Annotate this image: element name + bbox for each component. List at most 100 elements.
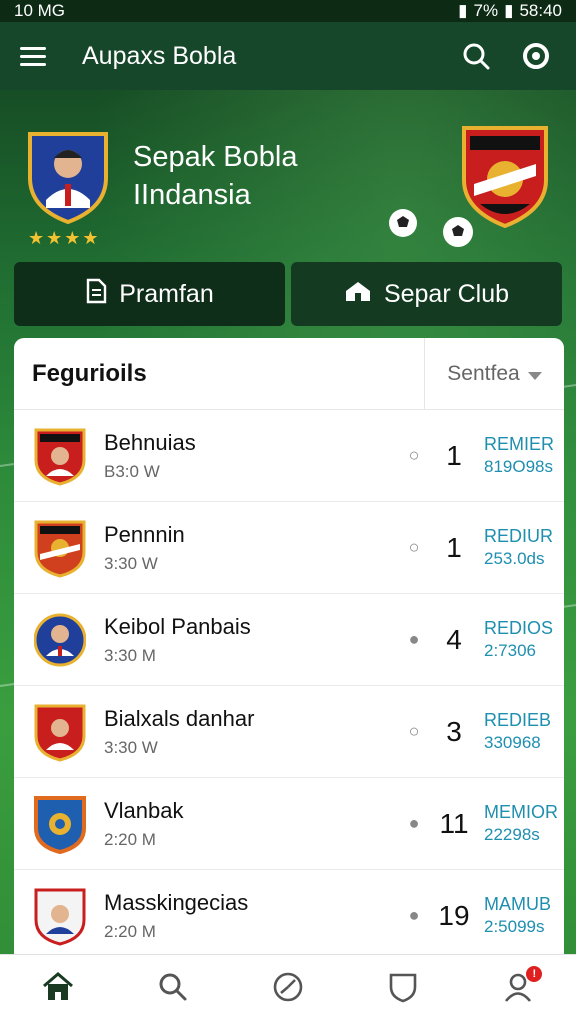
status-dot: ○	[408, 721, 420, 741]
row-info: Behnuias B3:0 W	[104, 430, 404, 482]
notification-badge: !	[526, 965, 543, 982]
match-time: 3:30 M	[104, 645, 156, 665]
list-item[interactable]: Bialxals danhar 3:30 W ○ 3 REDIEB 330968	[14, 686, 564, 778]
league-label: REDIEB	[484, 710, 552, 730]
team-crest-icon	[28, 886, 92, 946]
card-header: Fegurioils Sentfea	[14, 338, 564, 410]
nav-search[interactable]	[143, 960, 203, 1020]
row-meta: MAMUB 2:5099s	[484, 894, 564, 937]
team-crest-icon	[28, 702, 92, 762]
row-number: 4	[446, 623, 462, 655]
row-meta: REDIUR 253.0ds	[484, 526, 564, 569]
match-time: 2:20 M	[104, 921, 156, 941]
battery-icon: ▮	[504, 1, 514, 20]
tab-label: Pramfan	[119, 279, 214, 308]
row-meta: REDIOS 2:7306	[484, 618, 564, 661]
league-value: 2:7306	[484, 641, 536, 660]
hero-title: Sepak Bobla IIndansia	[133, 138, 297, 214]
search-icon	[158, 972, 188, 1007]
battery-text: 7%	[473, 1, 499, 20]
signal-icon: ▮	[458, 1, 468, 20]
league-value: 819O98s	[484, 457, 553, 476]
tab-label: Separ Club	[383, 279, 510, 308]
nav-schedule[interactable]	[258, 960, 318, 1020]
league-label: MAMUB	[484, 894, 551, 914]
row-info: Pennnin 3:30 W	[104, 522, 404, 574]
row-info: Keibol Panbais 3:30 M	[104, 614, 404, 666]
team-crest-left	[26, 128, 110, 229]
clock-icon	[272, 971, 304, 1008]
filter-dropdown[interactable]: Sentfea	[424, 338, 564, 410]
app-bar: Aupaxs Bobla	[0, 22, 576, 90]
clock-text: 58:40	[519, 1, 562, 20]
team-name: Keibol Panbais	[104, 613, 251, 639]
match-time: B3:0 W	[104, 461, 160, 481]
hero-title-line2: IIndansia	[133, 179, 251, 211]
row-number: 19	[438, 899, 470, 931]
status-dot: ●	[408, 629, 420, 649]
hero-banner: ★★★★ Sepak Bobla IIndansia	[0, 90, 576, 260]
league-value: 253.0ds	[484, 549, 545, 568]
team-name: Bialxals danhar	[104, 705, 255, 731]
status-left-text: 10 MG	[14, 1, 66, 20]
status-right: ▮ 7% ▮ 58:40	[458, 1, 562, 21]
team-name: Behnuias	[104, 429, 196, 455]
row-number: 3	[446, 715, 462, 747]
list-item[interactable]: Keibol Panbais 3:30 M ● 4 REDIOS 2:7306	[14, 594, 564, 686]
filter-label: Sentfea	[447, 361, 520, 385]
league-value: 22298s	[484, 825, 540, 844]
club-icon	[344, 279, 372, 310]
status-bar: 10 MG ▮ 7% ▮ 58:40	[0, 0, 576, 22]
settings-icon[interactable]	[516, 36, 556, 76]
team-crest-icon	[28, 426, 92, 486]
soccer-ball-icon	[388, 208, 418, 243]
team-crest-icon	[28, 610, 92, 670]
match-time: 3:30 W	[104, 553, 158, 573]
nav-profile[interactable]: !	[488, 960, 548, 1020]
status-dot: ○	[408, 445, 420, 465]
nav-favorites[interactable]	[373, 960, 433, 1020]
league-value: 330968	[484, 733, 541, 752]
list-item[interactable]: Pennnin 3:30 W ○ 1 REDIUR 253.0ds	[14, 502, 564, 594]
search-icon[interactable]	[456, 36, 496, 76]
team-name: Vlanbak	[104, 797, 184, 823]
list-item[interactable]: Behnuias B3:0 W ○ 1 REMIER 819O98s	[14, 410, 564, 502]
fixtures-card: Fegurioils Sentfea Behnuias B3:0 W ○ 1 R…	[14, 338, 564, 978]
bottom-nav: !	[0, 954, 576, 1024]
nav-home[interactable]	[28, 960, 88, 1020]
document-icon	[85, 278, 107, 311]
match-time: 2:20 M	[104, 829, 156, 849]
row-number: 1	[446, 531, 462, 563]
league-value: 2:5099s	[484, 917, 545, 936]
hero-title-line1: Sepak Bobla	[133, 141, 298, 173]
row-meta: REDIEB 330968	[484, 710, 564, 753]
tab-pramfan[interactable]: Pramfan	[14, 262, 285, 326]
league-label: MEMIOR	[484, 802, 558, 822]
team-crest-right	[460, 124, 550, 233]
match-time: 3:30 W	[104, 737, 158, 757]
row-meta: MEMIOR 22298s	[484, 802, 564, 845]
league-label: REDIUR	[484, 526, 554, 546]
list-item[interactable]: Masskingecias 2:20 M ● 19 MAMUB 2:5099s	[14, 870, 564, 962]
menu-icon[interactable]	[20, 40, 52, 72]
row-number: 11	[439, 807, 469, 839]
row-info: Vlanbak 2:20 M	[104, 798, 404, 850]
league-label: REDIOS	[484, 618, 554, 638]
app-title: Aupaxs Bobla	[82, 41, 237, 70]
home-icon	[42, 972, 74, 1007]
row-info: Masskingecias 2:20 M	[104, 890, 404, 942]
team-name: Masskingecias	[104, 889, 249, 915]
league-label: REMIER	[484, 434, 555, 454]
list-item[interactable]: Vlanbak 2:20 M ● 11 MEMIOR 22298s	[14, 778, 564, 870]
tab-bar: Pramfan Separ Club	[14, 262, 562, 326]
team-crest-icon	[28, 794, 92, 854]
rating-stars: ★★★★	[28, 228, 101, 248]
status-dot: ○	[408, 537, 420, 557]
row-meta: REMIER 819O98s	[484, 434, 564, 477]
team-name: Pennnin	[104, 521, 185, 547]
list-heading: Fegurioils	[32, 359, 147, 387]
shield-icon	[388, 971, 418, 1008]
chevron-down-icon	[527, 362, 542, 386]
status-dot: ●	[408, 813, 420, 833]
tab-separ-club[interactable]: Separ Club	[291, 262, 562, 326]
